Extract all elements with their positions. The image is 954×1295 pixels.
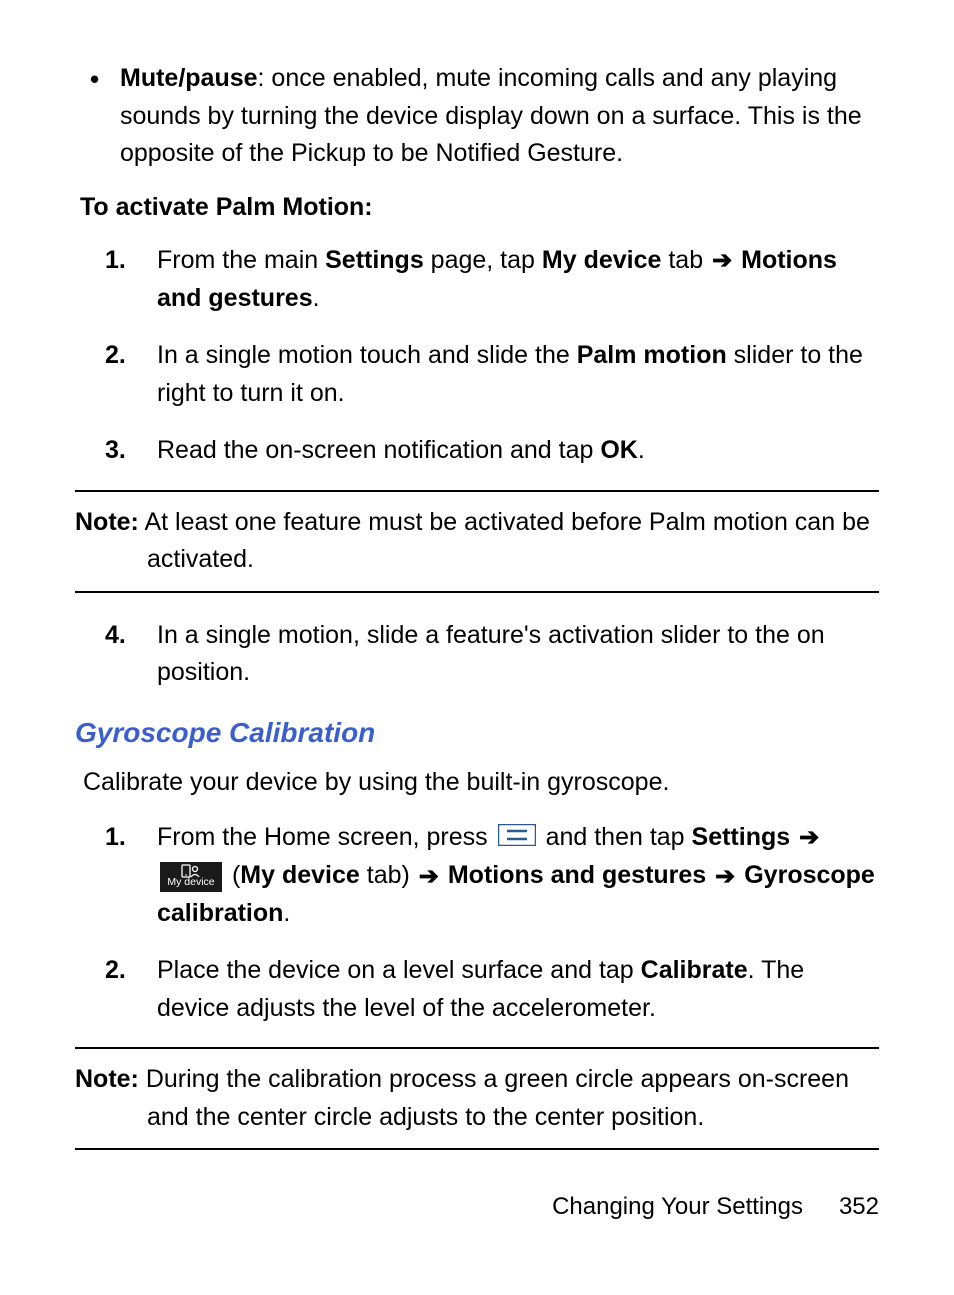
gyro-step-2: 2. Place the device on a level surface a… (105, 952, 879, 1027)
bullet-dot: • (90, 60, 120, 173)
step-1-num: 1. (105, 242, 157, 317)
gyro-step-2-text: Place the device on a level surface and … (157, 952, 879, 1027)
note-calibration: Note: During the calibration process a g… (75, 1047, 879, 1150)
arrow-icon: ➔ (797, 824, 821, 851)
activate-palm-heading: To activate Palm Motion: (80, 189, 879, 227)
note-text: During the calibration process a green c… (139, 1065, 849, 1131)
note-label: Note: (75, 1065, 139, 1093)
step-3-num: 3. (105, 432, 157, 470)
note-calibration-content: Note: During the calibration process a g… (75, 1061, 879, 1136)
note-palm: Note: At least one feature must be activ… (75, 490, 879, 593)
gyro-step-2-num: 2. (105, 952, 157, 1027)
step-1-text: From the main Settings page, tap My devi… (157, 242, 879, 317)
gyroscope-intro: Calibrate your device by using the built… (83, 764, 879, 802)
step-2: 2. In a single motion touch and slide th… (105, 337, 879, 412)
step-4-num: 4. (105, 617, 157, 692)
gyro-steps: 1. From the Home screen, press and then … (75, 819, 879, 1027)
palm-steps: 1. From the main Settings page, tap My d… (75, 242, 879, 470)
gyroscope-heading: Gyroscope Calibration (75, 712, 879, 754)
gyro-step-1-num: 1. (105, 819, 157, 932)
step-2-text: In a single motion touch and slide the P… (157, 337, 879, 412)
gyro-step-1-text: From the Home screen, press and then tap… (157, 819, 879, 932)
arrow-icon: ➔ (713, 863, 737, 890)
note-label: Note: (75, 508, 139, 536)
step-3: 3. Read the on-screen notification and t… (105, 432, 879, 470)
menu-icon (498, 820, 536, 858)
mute-pause-label: Mute/pause (120, 64, 258, 92)
note-palm-content: Note: At least one feature must be activ… (75, 504, 879, 579)
step-1: 1. From the main Settings page, tap My d… (105, 242, 879, 317)
arrow-icon: ➔ (710, 247, 734, 274)
step-4-text: In a single motion, slide a feature's ac… (157, 617, 879, 692)
palm-steps-cont: 4. In a single motion, slide a feature's… (75, 617, 879, 692)
page-footer: Changing Your Settings 352 (552, 1189, 879, 1225)
step-2-num: 2. (105, 337, 157, 412)
footer-page: 352 (839, 1189, 879, 1225)
footer-section: Changing Your Settings (552, 1189, 803, 1225)
arrow-icon: ➔ (417, 863, 441, 890)
note-text: At least one feature must be activated b… (139, 508, 870, 574)
step-4: 4. In a single motion, slide a feature's… (105, 617, 879, 692)
my-device-tab-icon: My device (160, 862, 222, 892)
step-3-text: Read the on-screen notification and tap … (157, 432, 879, 470)
gyro-step-1: 1. From the Home screen, press and then … (105, 819, 879, 932)
bullet-mute-pause: • Mute/pause: once enabled, mute incomin… (75, 60, 879, 173)
bullet-text: Mute/pause: once enabled, mute incoming … (120, 60, 879, 173)
